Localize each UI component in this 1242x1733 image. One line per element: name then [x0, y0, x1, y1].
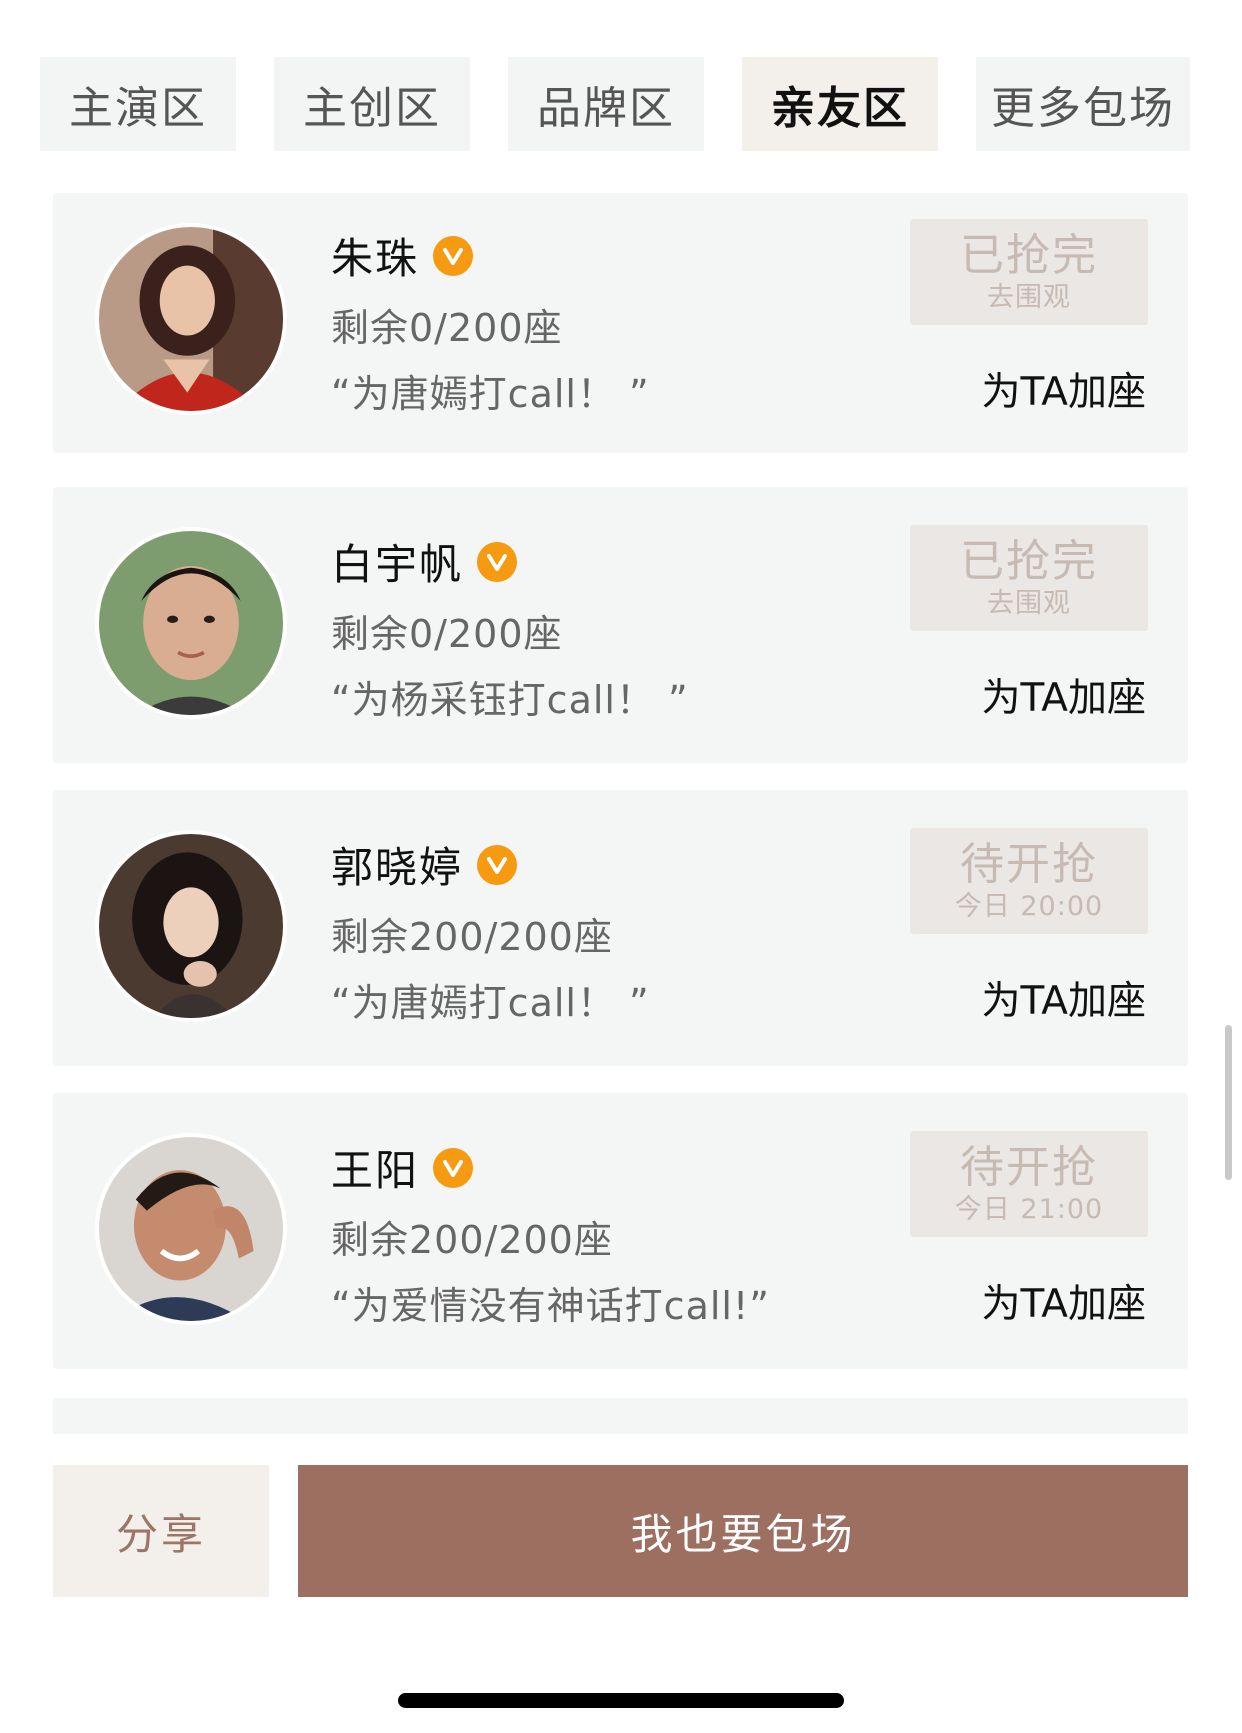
tab-brands[interactable]: 品牌区 — [508, 57, 704, 151]
seats-remaining: 剩余200/200座 — [331, 1218, 613, 1262]
verified-v-icon — [433, 235, 474, 276]
book-screening-button[interactable]: 我也要包场 — [298, 1465, 1188, 1597]
avatar[interactable] — [95, 830, 287, 1022]
tab-more[interactable]: 更多包场 — [976, 57, 1190, 151]
tab-lead-cast[interactable]: 主演区 — [40, 57, 236, 151]
host-card: 郭晓婷 剩余200/200座 “为唐嫣打call！ ” 待开抢 今日 20:00… — [53, 790, 1188, 1066]
host-name: 朱珠 — [331, 234, 420, 283]
pending-grab-button[interactable]: 待开抢 今日 21:00 — [910, 1131, 1148, 1237]
avatar[interactable] — [95, 527, 287, 719]
avatar-portrait-icon — [99, 1137, 283, 1321]
add-seat-link[interactable]: 为TA加座 — [982, 667, 1146, 723]
home-indicator — [398, 1693, 844, 1708]
status-label: 待开抢 — [960, 839, 1098, 890]
seats-remaining: 剩余0/200座 — [331, 612, 563, 656]
slogan: “为唐嫣打call！ ” — [331, 981, 650, 1025]
host-name: 白宇帆 — [331, 540, 464, 589]
next-card-peek — [53, 1398, 1188, 1434]
add-seat-link[interactable]: 为TA加座 — [982, 970, 1146, 1026]
slogan: “为唐嫣打call！ ” — [331, 372, 650, 416]
status-sublabel: 去围观 — [987, 282, 1071, 313]
host-card: 白宇帆 剩余0/200座 “为杨采钰打call！ ” 已抢完 去围观 为TA加座 — [53, 487, 1188, 763]
seats-remaining: 剩余0/200座 — [331, 306, 563, 350]
status-label: 已抢完 — [960, 230, 1098, 281]
host-name: 郭晓婷 — [331, 843, 464, 892]
host-card: 王阳 剩余200/200座 “为爱情没有神话打call!” 待开抢 今日 21:… — [53, 1093, 1188, 1369]
add-seat-link[interactable]: 为TA加座 — [982, 1273, 1146, 1329]
status-sublabel: 去围观 — [987, 588, 1071, 619]
status-sublabel: 今日 20:00 — [954, 891, 1104, 922]
app-screen: 主演区 主创区 品牌区 亲友区 更多包场 朱珠 剩余0/200座 “为唐嫣打ca… — [0, 0, 1242, 1733]
status-sublabel: 今日 21:00 — [954, 1194, 1104, 1225]
share-button[interactable]: 分享 — [53, 1465, 269, 1597]
scrollbar[interactable] — [1225, 1025, 1232, 1180]
status-label: 待开抢 — [960, 1142, 1098, 1193]
host-name: 王阳 — [331, 1146, 420, 1195]
pending-grab-button[interactable]: 待开抢 今日 20:00 — [910, 828, 1148, 934]
verified-v-icon — [433, 1147, 474, 1188]
avatar[interactable] — [95, 223, 287, 415]
slogan: “为杨采钰打call！ ” — [331, 678, 689, 722]
avatar-portrait-icon — [99, 227, 283, 411]
verified-v-icon — [477, 541, 518, 582]
status-label: 已抢完 — [960, 536, 1098, 587]
avatar-portrait-icon — [99, 834, 283, 1018]
tab-friends[interactable]: 亲友区 — [742, 57, 938, 151]
sold-out-button[interactable]: 已抢完 去围观 — [910, 219, 1148, 325]
avatar[interactable] — [95, 1133, 287, 1325]
category-tabs: 主演区 主创区 品牌区 亲友区 更多包场 — [40, 57, 1190, 151]
sold-out-button[interactable]: 已抢完 去围观 — [910, 525, 1148, 631]
host-card: 朱珠 剩余0/200座 “为唐嫣打call！ ” 已抢完 去围观 为TA加座 — [53, 193, 1188, 453]
avatar-portrait-icon — [99, 531, 283, 715]
seats-remaining: 剩余200/200座 — [331, 915, 613, 959]
slogan: “为爱情没有神话打call!” — [331, 1284, 770, 1328]
verified-v-icon — [477, 844, 518, 885]
tab-creators[interactable]: 主创区 — [274, 57, 470, 151]
add-seat-link[interactable]: 为TA加座 — [982, 361, 1146, 417]
